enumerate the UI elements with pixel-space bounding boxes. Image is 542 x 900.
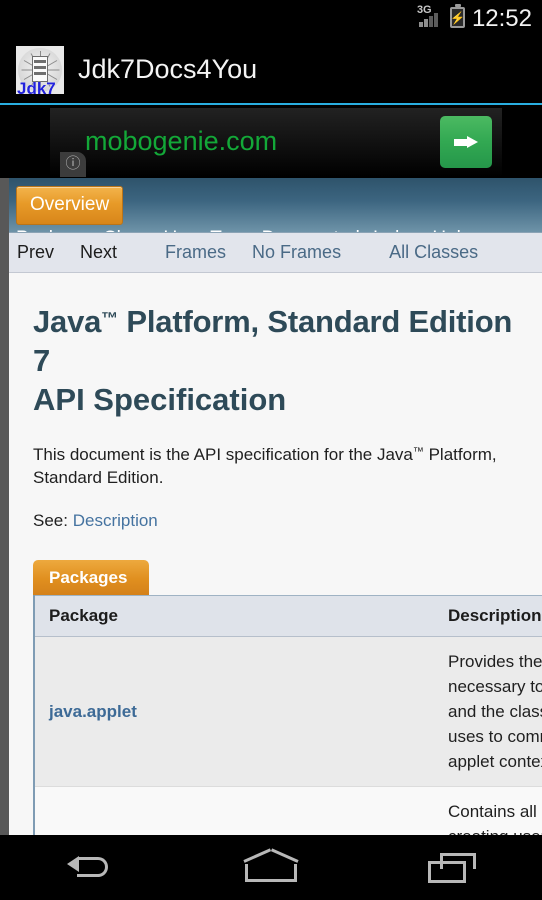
page-subtitle: API Specification [33, 382, 287, 417]
page-title-java: Java [33, 304, 102, 339]
phone-screen: 3G ⚡ 12:52 Jdk7 Jdk7Docs4You mobogenie.c… [0, 0, 542, 900]
javadoc-top-nav: OverviewPackageClassUseTreeDeprecatedInd… [9, 178, 542, 232]
signal-bars-glyph [418, 13, 443, 27]
sub-nav-frames[interactable]: Frames [165, 242, 226, 262]
home-button[interactable] [216, 835, 326, 900]
table-row[interactable]: java.awt Contains all of the classes for… [34, 786, 542, 835]
table-row[interactable]: java.applet Provides the classes necessa… [34, 636, 542, 787]
package-link[interactable]: java.awt [34, 786, 434, 835]
app-title-bar: Jdk7 Jdk7Docs4You [0, 36, 542, 103]
packages-table: Package Description java.applet Provides… [33, 595, 542, 835]
package-link[interactable]: java.applet [34, 636, 434, 787]
ad-cta-button[interactable] [440, 116, 492, 168]
app-title: Jdk7Docs4You [78, 54, 258, 84]
package-description: Contains all of the classes for creating… [434, 786, 542, 835]
intro-text-a: This document is the API specification f… [33, 445, 413, 464]
page-title: Java™ Platform, Standard Edition 7 [33, 299, 518, 380]
see-label: See: [33, 511, 68, 530]
status-clock: 12:52 [471, 5, 532, 32]
see-line: See: Description [33, 509, 518, 532]
battery-charging-icon: ⚡ [449, 4, 465, 28]
back-arrow-icon [67, 855, 113, 881]
packages-table-wrap: Packages Package Description java.applet [33, 560, 542, 835]
document-content: Java™ Platform, Standard Edition 7 API S… [9, 273, 542, 835]
arrow-right-icon [454, 136, 478, 148]
packages-table-caption: Packages [33, 560, 150, 595]
bolt-glyph: ⚡ [449, 10, 465, 25]
see-description-link[interactable]: Description [73, 511, 158, 530]
ad-surface[interactable]: mobogenie.com ⓘ [50, 108, 502, 177]
page-left-gutter [0, 178, 9, 835]
ad-info-icon[interactable]: ⓘ [60, 152, 86, 177]
recents-icon [427, 852, 476, 883]
info-glyph: ⓘ [65, 156, 81, 172]
ad-text[interactable]: mobogenie.com [85, 126, 277, 156]
trademark-symbol: ™ [101, 309, 118, 328]
home-icon [243, 847, 299, 882]
nav-item-overview[interactable]: Overview [16, 186, 124, 225]
page-body: OverviewPackageClassUseTreeDeprecatedInd… [9, 178, 542, 835]
javadoc-sub-nav: Prev Next Frames No Frames All Classes [9, 232, 542, 273]
browser-content[interactable]: OverviewPackageClassUseTreeDeprecatedInd… [0, 178, 542, 835]
sub-nav-all-classes[interactable]: All Classes [389, 242, 478, 262]
signal-bars-icon: 3G [417, 5, 443, 29]
trademark-symbol: ™ [412, 446, 424, 458]
table-header-row: Package Description [34, 595, 542, 637]
intro-paragraph: This document is the API specification f… [33, 441, 518, 489]
ad-banner[interactable]: mobogenie.com ⓘ [0, 103, 542, 178]
column-header-description: Description [434, 595, 542, 637]
status-bar: 3G ⚡ 12:52 [0, 0, 542, 36]
app-icon-core [32, 55, 48, 82]
sub-nav-next: Next [80, 242, 118, 262]
column-header-package: Package [34, 595, 434, 637]
app-icon: Jdk7 [16, 45, 64, 94]
sub-nav-row: Prev Next Frames No Frames All Classes [17, 242, 504, 263]
package-description: Provides the classes necessary to create… [434, 636, 542, 787]
app-icon-label: Jdk7 [17, 78, 56, 94]
system-navigation-bar [0, 835, 542, 900]
sub-nav-prev: Prev [17, 242, 55, 262]
recents-button[interactable] [397, 835, 507, 900]
status-bar-right: 3G ⚡ 12:52 [417, 4, 532, 32]
sub-nav-no-frames[interactable]: No Frames [252, 242, 341, 262]
javadoc-nav-links: OverviewPackageClassUseTreeDeprecatedInd… [16, 186, 536, 232]
back-button[interactable] [35, 835, 145, 900]
